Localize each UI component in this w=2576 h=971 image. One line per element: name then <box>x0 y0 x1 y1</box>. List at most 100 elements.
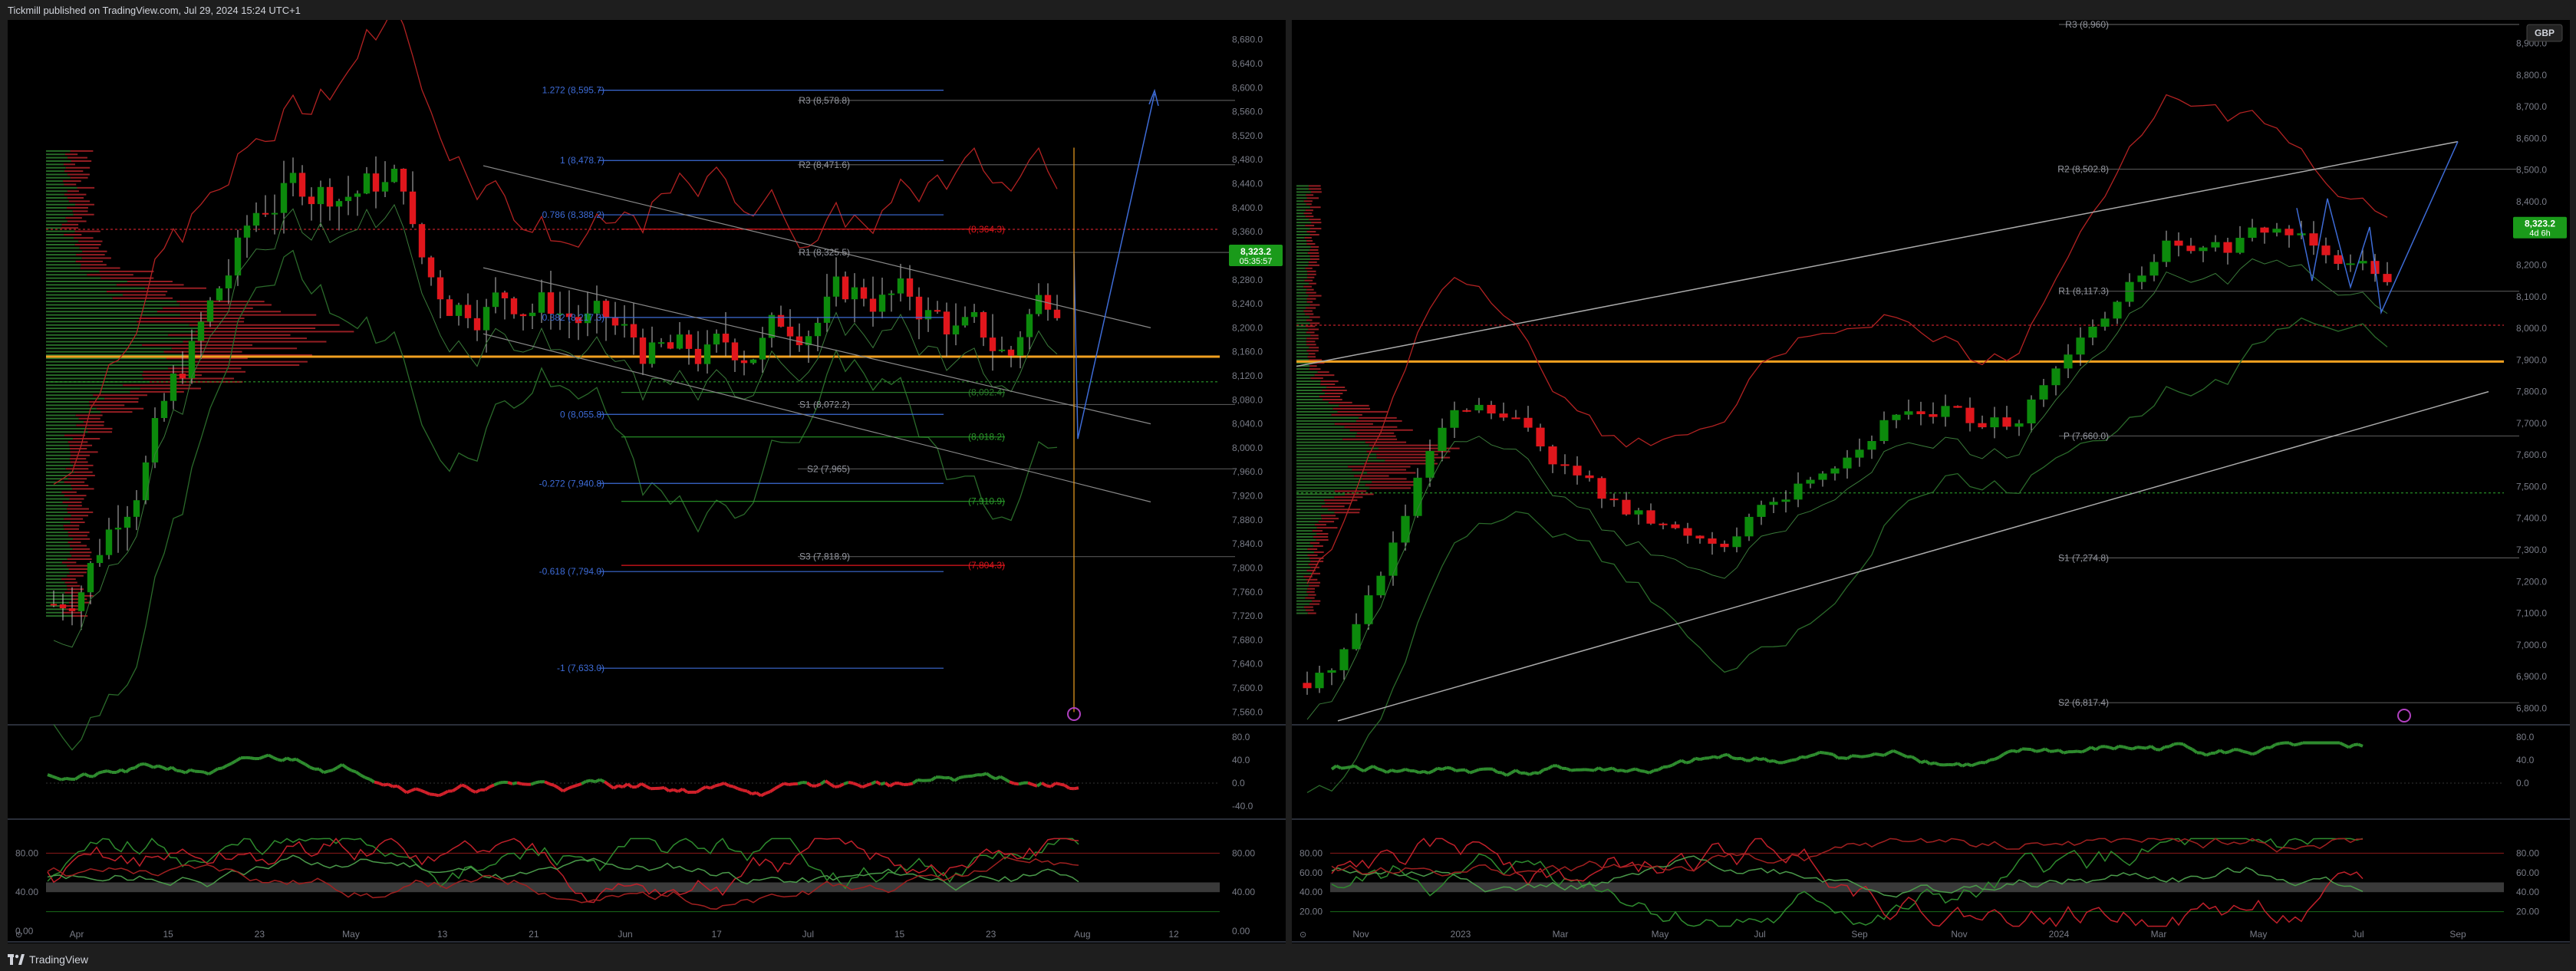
momentum-line <box>908 782 914 786</box>
bull-candle <box>289 173 297 183</box>
stoch-axis-label: 20.00 <box>2516 907 2539 917</box>
momentum-line <box>1616 769 1622 772</box>
rsi-axis-label: 40.0 <box>1232 755 1250 765</box>
momentum-line <box>1897 751 1903 756</box>
momentum-line <box>1368 765 1374 770</box>
momentum-line <box>1989 758 1995 762</box>
momentum-line <box>1842 756 1848 761</box>
bull-candle <box>2027 399 2036 423</box>
momentum-line <box>1349 764 1356 769</box>
pivot-level-label: R3 (8,960) <box>2065 20 2109 30</box>
bull-candle <box>197 321 205 341</box>
momentum-line <box>2269 743 2277 749</box>
bear-candle <box>2002 417 2011 427</box>
time-axis-label: 2023 <box>1451 929 1471 940</box>
tradingview-brand[interactable]: TradingView <box>8 953 88 966</box>
bull-candle <box>2113 301 2122 319</box>
bear-candle <box>2223 242 2232 253</box>
bull-candle <box>1757 505 1766 517</box>
bull-candle <box>1818 473 1827 480</box>
momentum-line <box>1059 782 1066 787</box>
price-axis-label: 7,700.0 <box>2516 418 2547 429</box>
time-axis-label: 15 <box>894 929 905 940</box>
time-axis-label: Jun <box>618 929 632 940</box>
momentum-line <box>2063 750 2069 755</box>
bear-candle <box>1053 309 1061 318</box>
bull-candle <box>1867 441 1876 450</box>
chart-left-canvas[interactable]: 8,680.0 8,640.0 8,600.0 8,560.0 8,520.0 8,480… <box>8 20 1286 943</box>
bull-candle <box>1794 483 1803 500</box>
fib-level-label: 0.786 (8,388.2) <box>542 209 604 220</box>
price-axis-label: 8,200.0 <box>2516 260 2547 271</box>
bull-candle <box>538 292 545 313</box>
price-axis-label: 7,900.0 <box>2516 354 2547 365</box>
momentum-line <box>884 782 891 788</box>
momentum-line <box>1469 769 1475 775</box>
tradingview-logo-icon <box>8 954 25 965</box>
momentum-line <box>1883 751 1889 757</box>
bear-candle <box>427 257 435 278</box>
price-axis-label: 8,200.0 <box>1232 322 1263 333</box>
momentum-line <box>2252 751 2258 756</box>
momentum-line <box>368 778 376 784</box>
bull-candle <box>1339 649 1349 670</box>
bull-candle <box>271 212 278 215</box>
bear-candle <box>1659 523 1668 525</box>
pivot-level-label: S2 (7,965) <box>807 463 850 474</box>
bull-candle <box>77 592 85 611</box>
bull-candle <box>1892 414 1901 420</box>
bull-candle <box>317 186 324 205</box>
momentum-line <box>1027 781 1033 786</box>
bull-candle <box>878 295 886 312</box>
chart-panel-right[interactable]: 8,900.0 8,800.0 8,700.0 8,600.0 8,500.0 8,400… <box>1292 20 2570 943</box>
pivot-level-label: R3 (8,578.8) <box>799 95 850 106</box>
timezone-icon: ⊙ <box>1300 930 1306 940</box>
momentum-line <box>286 756 292 762</box>
time-axis-label: Nov <box>1951 929 1967 940</box>
bull-candle <box>1769 502 1778 505</box>
bull-candle <box>1806 479 1815 484</box>
chart-right-canvas[interactable]: 8,900.08,800.08,700.08,600.08,500.08,400… <box>1292 20 2570 943</box>
rsi-axis-label: 0.0 <box>1232 778 1245 788</box>
momentum-line <box>1795 755 1803 762</box>
top-bar: Tickmill published on TradingView.com, J… <box>0 0 2576 20</box>
momentum-line <box>585 778 591 783</box>
momentum-line <box>769 787 776 793</box>
momentum-line <box>157 764 163 769</box>
bull-candle <box>1879 420 1889 442</box>
bull-candle <box>1327 670 1336 673</box>
bear-candle <box>1683 528 1692 536</box>
momentum-line <box>259 755 265 760</box>
bull-candle <box>2235 238 2245 253</box>
momentum-line <box>871 780 877 785</box>
time-axis-label: May <box>2250 929 2268 940</box>
bull-candle <box>1352 624 1361 650</box>
momentum-line <box>2357 742 2364 748</box>
momentum-line <box>1506 771 1512 777</box>
momentum-line <box>1805 754 1811 759</box>
momentum-line <box>51 775 58 780</box>
bear-candle <box>842 276 849 300</box>
bear-candle <box>436 277 444 300</box>
bull-candle <box>243 225 251 238</box>
momentum-line <box>2008 749 2014 754</box>
bull-candle <box>1388 542 1398 576</box>
momentum-line <box>1455 769 1461 772</box>
bear-candle <box>989 337 996 351</box>
bull-candle <box>1026 314 1033 337</box>
momentum-line <box>1662 765 1668 769</box>
bull-candle <box>676 334 684 349</box>
bull-candle <box>2064 354 2073 369</box>
chart-panel-left[interactable]: 8,680.0 8,640.0 8,600.0 8,560.0 8,520.0 8,480… <box>8 20 1286 943</box>
bear-candle <box>1929 414 1938 417</box>
bull-candle <box>344 196 352 202</box>
momentum-line <box>733 785 739 791</box>
momentum-line <box>295 758 302 764</box>
momentum-line <box>130 766 136 771</box>
bollinger-band-upper <box>1306 94 2388 584</box>
momentum-line <box>1819 750 1825 755</box>
momentum-line <box>516 781 522 786</box>
stoch-line <box>1331 838 2364 877</box>
momentum-line <box>641 782 647 788</box>
momentum-line <box>1478 767 1484 772</box>
